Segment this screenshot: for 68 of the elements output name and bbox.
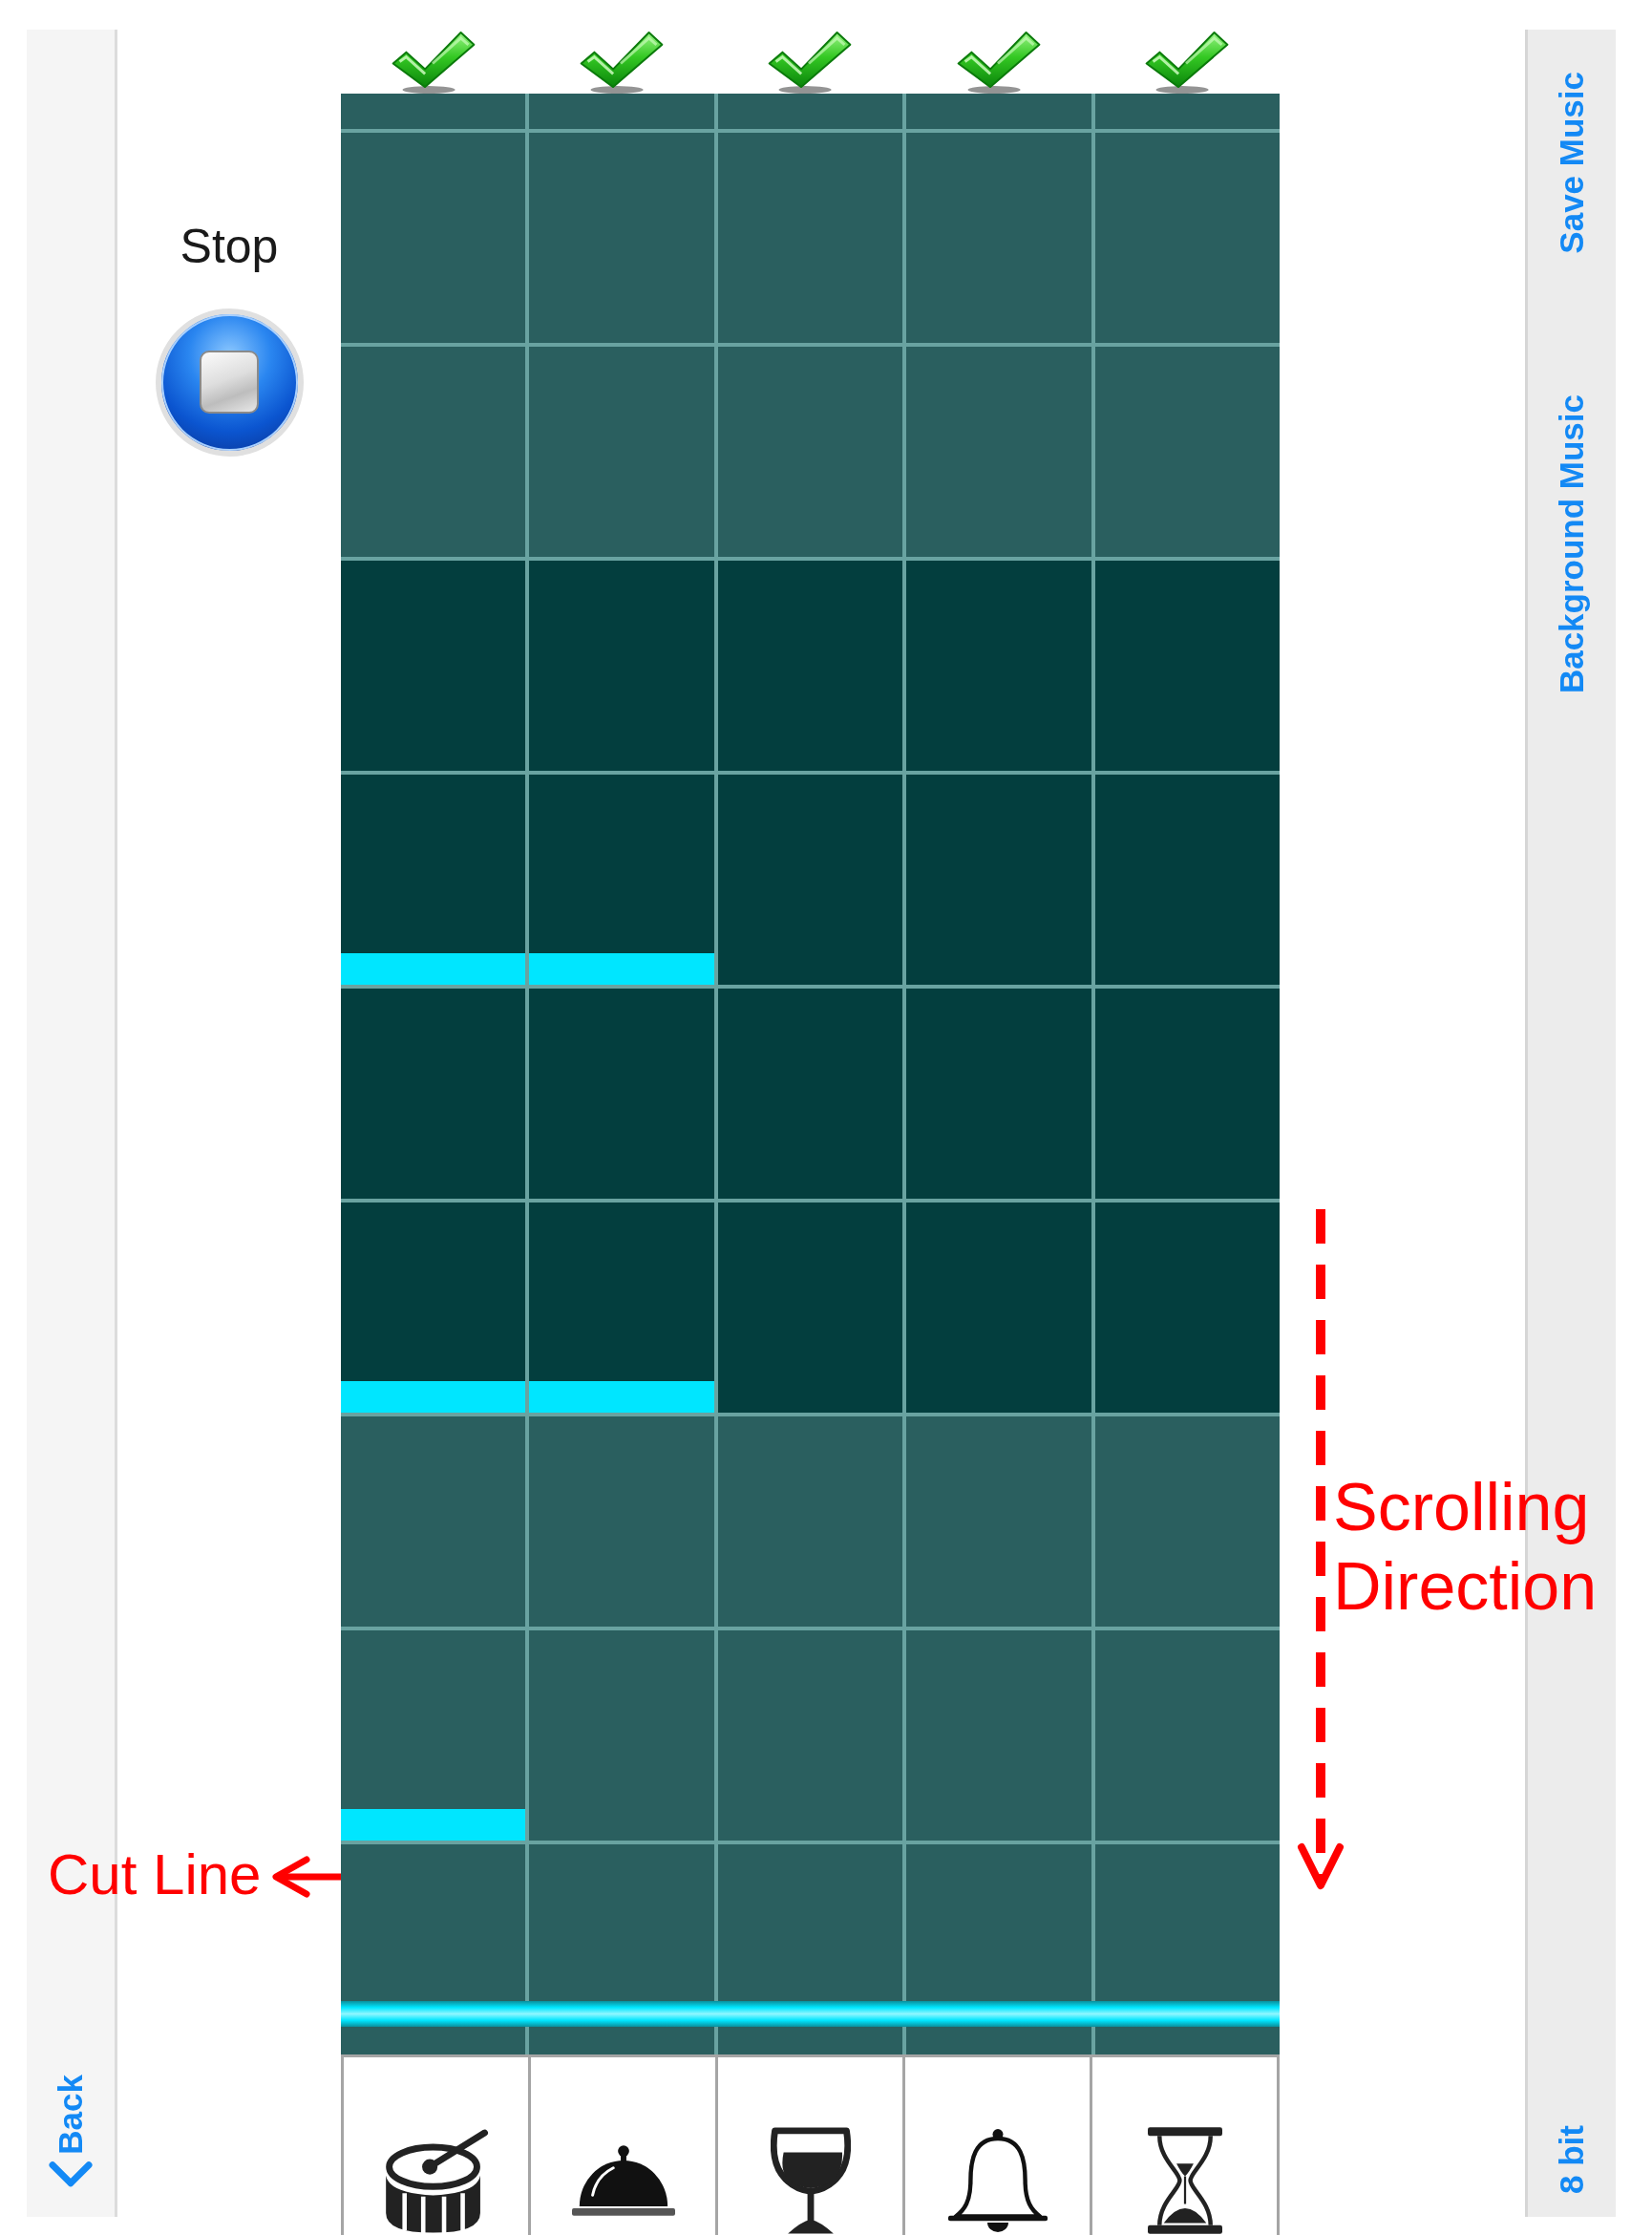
- grid-cell[interactable]: [717, 1203, 903, 1413]
- checkmark-icon[interactable]: [767, 30, 854, 94]
- instrument-button[interactable]: [905, 2057, 1090, 2235]
- grid-cell[interactable]: [1094, 347, 1280, 557]
- sidebar-link[interactable]: Background Music: [1553, 394, 1591, 693]
- grid-cell[interactable]: [906, 347, 1091, 557]
- grid-cell[interactable]: [529, 989, 714, 1199]
- grid-cell[interactable]: [529, 1203, 714, 1413]
- grid-cell[interactable]: [717, 1630, 903, 1841]
- grid-cell[interactable]: [1094, 133, 1280, 343]
- instrument-button[interactable]: [1092, 2057, 1277, 2235]
- back-button[interactable]: Back: [49, 2075, 93, 2189]
- grid-cell[interactable]: [717, 133, 903, 343]
- grid-cell[interactable]: [1094, 989, 1280, 1199]
- grid-cell[interactable]: [906, 775, 1091, 985]
- grid-cell[interactable]: [341, 561, 526, 771]
- grid-cell[interactable]: [1094, 1630, 1280, 1841]
- grid-cell[interactable]: [529, 347, 714, 557]
- grid-cell[interactable]: [906, 561, 1091, 771]
- checkmark-icon[interactable]: [1144, 30, 1231, 94]
- grid-cell[interactable]: [341, 133, 526, 343]
- instrument-button[interactable]: [531, 2057, 715, 2235]
- grid-cell[interactable]: [1094, 1203, 1280, 1413]
- wine-glass-icon: [770, 2125, 851, 2235]
- grid-cell[interactable]: [717, 1416, 903, 1627]
- grid-cell[interactable]: [717, 989, 903, 1199]
- checkmark-icon[interactable]: [955, 30, 1042, 94]
- grid-cell[interactable]: [529, 1416, 714, 1627]
- instrument-button[interactable]: [718, 2057, 902, 2235]
- grid-cell[interactable]: [1094, 94, 1280, 129]
- stop-icon: [200, 351, 259, 414]
- grid-cell[interactable]: [529, 561, 714, 771]
- grid-cell[interactable]: [341, 1630, 526, 1841]
- grid-cell[interactable]: [529, 94, 714, 129]
- instrument-button[interactable]: [344, 2057, 528, 2235]
- sidebar-link[interactable]: 8 bit: [1553, 2125, 1591, 2194]
- grid-cell[interactable]: [529, 1630, 714, 1841]
- grid-cell[interactable]: [341, 347, 526, 557]
- hourglass-icon: [1147, 2126, 1222, 2234]
- grid-cell[interactable]: [717, 775, 903, 985]
- grid-cell[interactable]: [341, 94, 526, 129]
- stop-label: Stop: [180, 220, 279, 275]
- cloche-icon: [571, 2143, 675, 2217]
- grid-cell[interactable]: [717, 347, 903, 557]
- grid-cell[interactable]: [906, 1630, 1091, 1841]
- grid-cell[interactable]: [529, 775, 714, 985]
- checkmark-icon[interactable]: [390, 30, 477, 94]
- grid-cell[interactable]: [341, 1416, 526, 1627]
- sidebar-link[interactable]: Save Music: [1553, 72, 1591, 254]
- grid-cell[interactable]: [341, 1203, 526, 1413]
- grid-cell[interactable]: [341, 775, 526, 985]
- scroll-direction-label: Scrolling Direction: [1333, 1469, 1599, 1626]
- grid-cell[interactable]: [1094, 775, 1280, 985]
- grid-cell[interactable]: [1094, 1416, 1280, 1627]
- bell-icon: [947, 2127, 1048, 2233]
- grid-cell[interactable]: [717, 94, 903, 129]
- chevron-icon: [49, 2160, 93, 2189]
- grid-cell[interactable]: [717, 561, 903, 771]
- grid-cell[interactable]: [906, 989, 1091, 1199]
- grid-cell[interactable]: [906, 1203, 1091, 1413]
- grid-cell[interactable]: [1094, 561, 1280, 771]
- grid-cell[interactable]: [906, 133, 1091, 343]
- checkmark-icon[interactable]: [579, 30, 666, 94]
- grid-cell[interactable]: [529, 133, 714, 343]
- grid-cell[interactable]: [906, 1416, 1091, 1627]
- grid-cell[interactable]: [906, 94, 1091, 129]
- grid-cell[interactable]: [341, 989, 526, 1199]
- cut-line-label: Cut Line: [48, 1846, 262, 1904]
